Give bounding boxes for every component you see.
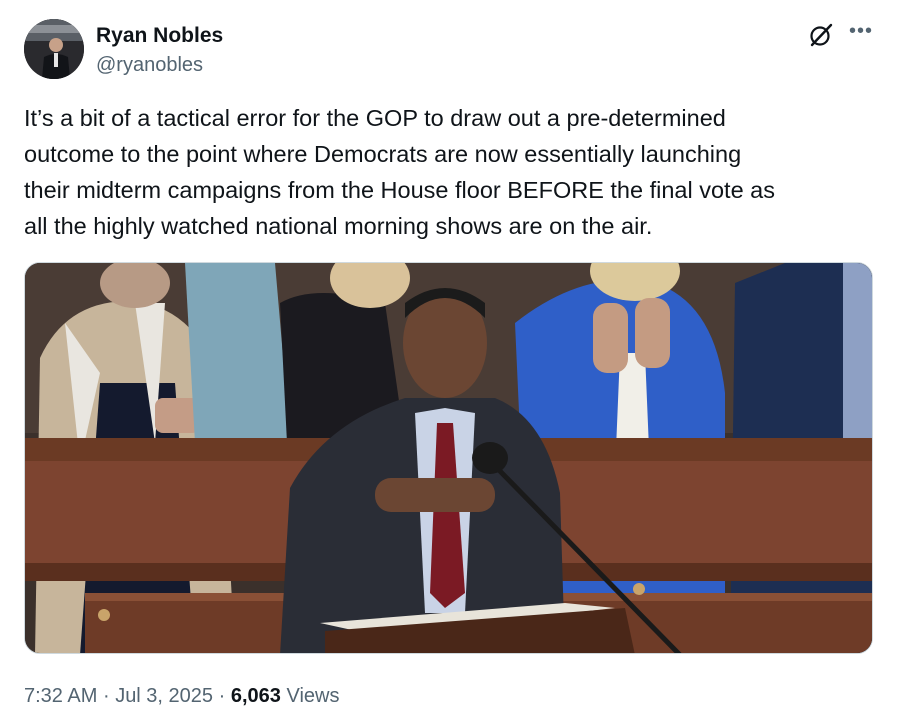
tweet-date[interactable]: Jul 3, 2025 <box>115 685 213 707</box>
views-count[interactable]: 6,063 <box>231 685 281 707</box>
tweet-time[interactable]: 7:32 AM <box>24 685 97 707</box>
meta-separator: · <box>102 685 110 707</box>
views-label: Views <box>286 685 340 707</box>
tweet-meta: 7:32 AM · Jul 3, 2025 · 6,063 Views <box>24 682 339 710</box>
avatar[interactable] <box>24 19 84 79</box>
profile-photo-icon <box>24 19 84 79</box>
more-options-icon[interactable]: ••• <box>848 20 874 46</box>
grok-icon[interactable] <box>808 22 834 48</box>
author-name[interactable]: Ryan Nobles <box>96 23 223 49</box>
house-floor-photo <box>25 263 872 653</box>
tweet-header: Ryan Nobles @ryanobles ••• <box>24 18 874 80</box>
tweet-text: It’s a bit of a tactical error for the G… <box>24 105 776 239</box>
meta-separator: · <box>218 685 226 707</box>
tweet-photo[interactable] <box>24 262 873 654</box>
author-handle[interactable]: @ryanobles <box>96 52 203 78</box>
